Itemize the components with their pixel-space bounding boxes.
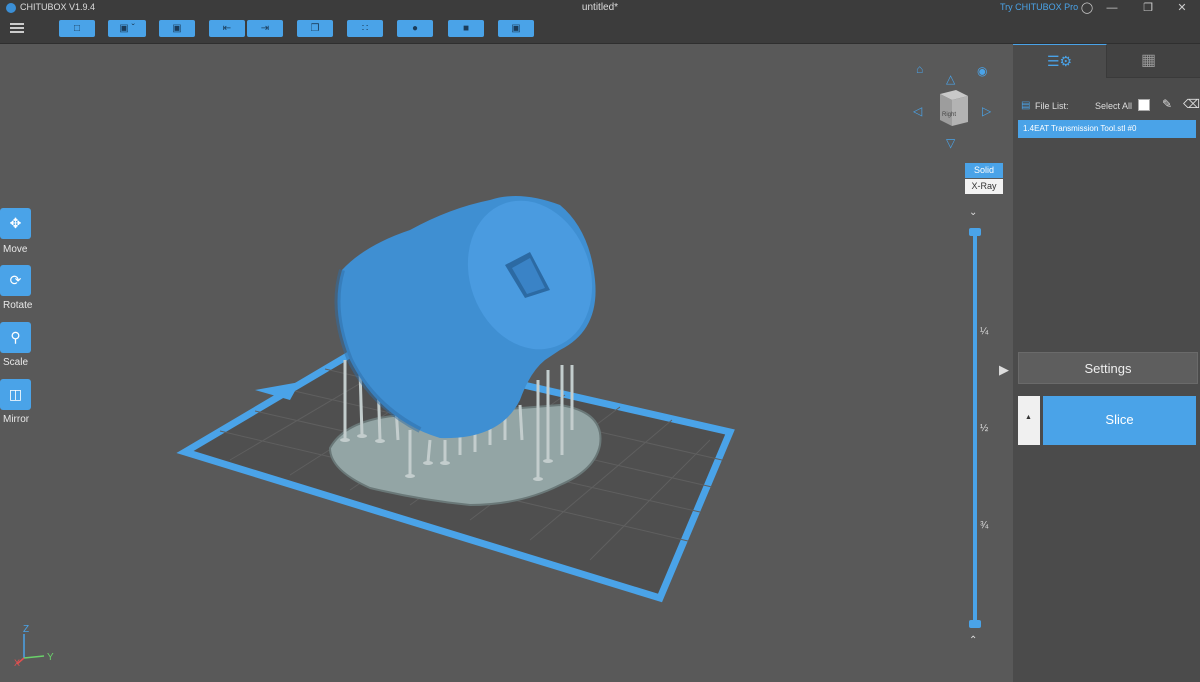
navigation-cube[interactable]: Right	[932, 88, 972, 128]
supports-tab[interactable]: ▦	[1107, 44, 1200, 78]
navcube-face-label: Right	[942, 112, 956, 118]
settings-tab[interactable]: ☰⚙	[1013, 44, 1107, 78]
move-tool-button[interactable]: ✥	[0, 208, 31, 239]
slice-button[interactable]: Slice	[1043, 396, 1196, 445]
scale-label: Scale	[3, 357, 29, 368]
frame-icon: ▣	[172, 23, 182, 34]
account-icon[interactable]: ◯	[1073, 0, 1101, 16]
mirror-icon: ◫	[8, 386, 23, 402]
view-right-arrow-icon[interactable]: ▷	[982, 104, 991, 118]
xray-mode-button[interactable]: X-Ray	[965, 179, 1003, 194]
visibility-eye-icon[interactable]: ◉	[977, 64, 987, 78]
right-panel: ☰⚙ ▦ ▤ File List: Select All ✎ ⌫ 1.4EAT …	[999, 44, 1200, 682]
export-button[interactable]: ⇥	[247, 20, 283, 37]
main-toolbar: □ ▣ ˇ ▣ ⇤ ⇥ ❐ ∷ ● ■ ▣	[0, 16, 1200, 44]
layer-slider-track[interactable]	[973, 231, 977, 625]
try-pro-link[interactable]: Try CHITUBOX Pro	[1000, 2, 1078, 12]
file-name: 1.4EAT Transmission Tool.stl #0	[1023, 124, 1137, 133]
open-file-button[interactable]: □	[59, 20, 95, 37]
slice-label: Slice	[1105, 412, 1134, 427]
title-bar: CHITUBOX V1.9.4 untitled* Try CHITUBOX P…	[0, 0, 1200, 16]
layer-slider-bottom-handle[interactable]	[969, 620, 981, 628]
axis-x-label: X	[14, 658, 20, 668]
file-list-label: File List:	[1035, 101, 1069, 111]
axis-z-label: Z	[23, 624, 29, 635]
square-icon: ■	[462, 23, 470, 34]
file-list-icon: ▤	[1021, 100, 1031, 111]
close-button[interactable]: ✕	[1168, 0, 1196, 16]
select-all-checkbox[interactable]	[1138, 99, 1150, 111]
slice-options-button[interactable]: ▲	[1018, 396, 1040, 445]
copy-button[interactable]: ❐	[297, 20, 333, 37]
slider-mark-quarter: ¼	[980, 326, 989, 337]
minimize-button[interactable]: —	[1098, 0, 1126, 16]
import-button[interactable]: ⇤	[209, 20, 245, 37]
panel-toggle-arrow-icon[interactable]: ▶	[999, 362, 1009, 378]
app-logo-icon	[6, 3, 16, 13]
view-down-arrow-icon[interactable]: ▽	[946, 136, 955, 150]
file-list-item[interactable]: 1.4EAT Transmission Tool.stl #0	[1018, 120, 1196, 138]
restore-button[interactable]: ❐	[1134, 0, 1162, 16]
scene-render	[176, 196, 735, 603]
move-label: Move	[3, 244, 28, 255]
scale-icon: ⚲	[10, 329, 21, 345]
import-icon: ⇤	[222, 23, 232, 34]
menu-icon[interactable]	[10, 21, 24, 35]
mirror-tool-button[interactable]: ◫	[0, 379, 31, 410]
slider-expand-chevron-icon[interactable]: ⌃	[969, 635, 977, 646]
select-all-label: Select All	[1095, 101, 1133, 111]
save-icon: ▣ ˇ	[119, 23, 135, 34]
settings-button[interactable]: Settings	[1018, 352, 1198, 384]
mirror-label: Mirror	[3, 414, 30, 425]
center-button[interactable]: ■	[448, 20, 484, 37]
drop-icon: ●	[411, 23, 419, 34]
slider-collapse-chevron-icon[interactable]: ⌄	[969, 207, 977, 218]
copy-icon: ❐	[310, 23, 320, 34]
3d-viewport[interactable]: ⌂ ◉ △ ◁ ▷ ▽	[0, 44, 1013, 682]
hollow-button[interactable]: ●	[397, 20, 433, 37]
trash-icon[interactable]: ⌫	[1183, 97, 1200, 111]
slider-mark-half: ½	[980, 423, 989, 434]
axis-indicator: Z Y X	[14, 624, 54, 668]
folder-icon: □	[73, 23, 81, 34]
slider-mark-three-quarter: ¾	[980, 520, 989, 531]
export-icon: ⇥	[260, 23, 270, 34]
rotate-tool-button[interactable]: ⟳	[0, 265, 31, 296]
scale-tool-button[interactable]: ⚲	[0, 322, 31, 353]
home-view-icon[interactable]: ⌂	[916, 62, 923, 76]
settings-label: Settings	[1084, 361, 1132, 376]
lock-button[interactable]: ▣	[498, 20, 534, 37]
axis-y-label: Y	[47, 652, 54, 663]
caret-up-icon: ▲	[1025, 414, 1032, 421]
move-icon: ✥	[9, 215, 22, 231]
edit-icon[interactable]: ✎	[1162, 97, 1172, 111]
list-gear-icon: ☰⚙	[1047, 53, 1073, 69]
arrange-button[interactable]: ∷	[347, 20, 383, 37]
save-button[interactable]: ▣ ˇ	[108, 20, 146, 37]
lock-icon: ▣	[511, 23, 521, 34]
supports-icon: ▦	[1141, 52, 1157, 69]
view-up-arrow-icon[interactable]: △	[946, 72, 955, 86]
screenshot-button[interactable]: ▣	[159, 20, 195, 37]
rotate-label: Rotate	[3, 300, 33, 311]
rotate-icon: ⟳	[9, 272, 22, 288]
view-left-arrow-icon[interactable]: ◁	[913, 104, 922, 118]
solid-mode-button[interactable]: Solid	[965, 163, 1003, 178]
arrange-icon: ∷	[361, 23, 369, 34]
app-name: CHITUBOX V1.9.4	[20, 2, 96, 12]
layer-slider-top-handle[interactable]	[969, 228, 981, 236]
